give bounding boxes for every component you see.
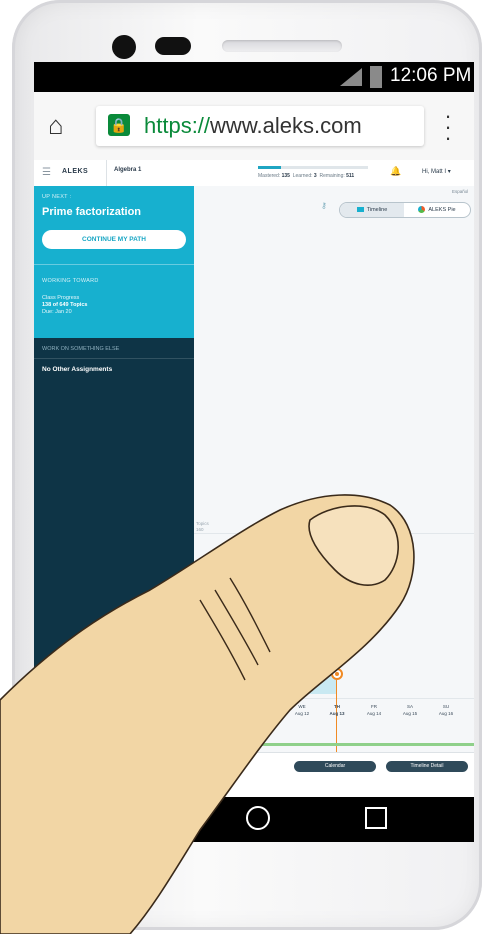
today-marker[interactable] [331, 668, 343, 680]
day-name: SA [406, 704, 413, 709]
axis-label: Topics [196, 521, 209, 526]
class-progress-label: Class Progress [42, 295, 80, 301]
pie-icon [418, 206, 426, 214]
class-progress-info: Class Progress 138 of 649 Topics Due: Ja… [42, 295, 87, 316]
tab-timeline-label: Timeline [366, 207, 388, 213]
user-menu[interactable]: Hi, Matt I ▾ [422, 168, 451, 175]
day-column[interactable]: SU Aug 16 [426, 703, 466, 717]
espanol-link[interactable]: Español [452, 189, 468, 194]
mastered-count: 135 [281, 173, 290, 179]
phone-screen: 12:06 PM ⌂ 🔒 https://www.aleks.com · · · ☰… [34, 62, 474, 797]
browser-toolbar: ⌂ 🔒 https://www.aleks.com · · · [34, 92, 474, 160]
quicktables-event[interactable]: QuickTables Quiz 17 [202, 731, 255, 741]
aleks-logo: ALEKS [62, 168, 89, 175]
android-nav-bar [34, 797, 474, 842]
divider [34, 264, 194, 265]
gridline [194, 533, 474, 534]
up-next-label: UP NEXT : [42, 194, 72, 200]
url-host: www.aleks.com [210, 113, 362, 138]
back-icon[interactable] [134, 807, 150, 829]
timeline-detail-button[interactable]: Timeline Detail [386, 761, 468, 772]
sensor [155, 37, 191, 55]
tab-aleks-pie[interactable]: ALEKS Pie [404, 203, 470, 217]
tab-pie-label: ALEKS Pie [428, 207, 456, 213]
day-date: Aug 11 [259, 711, 273, 716]
sidebar: UP NEXT : Prime factorization CONTINUE M… [34, 186, 194, 797]
tab-timeline[interactable]: Timeline [340, 203, 404, 217]
topics-count: 138 of 649 Topics [42, 302, 88, 308]
remaining-count: 511 [346, 173, 355, 179]
course-title[interactable]: Algebra 1 [114, 167, 141, 173]
key-icon[interactable]: ⚷ [321, 201, 327, 210]
progress-bar [258, 166, 368, 169]
top-nav: ☰ ALEKS Algebra 1 Mastered: 135 Learned:… [34, 160, 474, 187]
url-scheme: https:// [144, 113, 211, 138]
calendar-button[interactable]: Calendar [294, 761, 376, 772]
day-date: Aug 14 [366, 711, 382, 716]
day-date: Aug 16 [438, 711, 454, 716]
assignment-track [194, 743, 474, 746]
day-column[interactable]: WE Aug 12 [282, 703, 322, 717]
up-next-panel: UP NEXT : Prime factorization CONTINUE M… [34, 186, 194, 338]
battery-icon [370, 66, 382, 88]
lock-icon: 🔒 [108, 114, 130, 136]
bottom-actions: Calendar Timeline Detail [194, 752, 474, 797]
url-text: https://www.aleks.com [144, 113, 362, 139]
quicktables-label: QuickTables Quiz 17 [214, 733, 256, 739]
day-name: FR [371, 704, 377, 709]
up-next-topic: Prime factorization [42, 206, 142, 218]
front-camera [112, 35, 136, 59]
day-column[interactable]: SA Aug 15 [390, 703, 430, 717]
bell-icon[interactable]: 🔔 [390, 166, 401, 177]
day-name: TU [263, 704, 269, 709]
day-date: Aug 10 [222, 711, 238, 716]
day-column[interactable]: TH Aug 13 [317, 703, 357, 717]
progress-stats: Mastered: 135 Learned: 3 Remaining: 511 [258, 173, 354, 179]
home-button-icon[interactable] [246, 806, 270, 830]
recents-icon[interactable] [365, 807, 387, 829]
other-item: No Other Assignments [42, 366, 113, 373]
divider [106, 160, 107, 186]
remaining-label: Remaining: [319, 173, 345, 179]
working-toward-label: WORKING TOWARD [42, 278, 99, 284]
mastered-label: Mastered: [258, 173, 281, 179]
day-date: Aug 15 [402, 711, 418, 716]
address-bar[interactable]: 🔒 https://www.aleks.com [96, 106, 424, 146]
gridline [194, 698, 474, 699]
menu-icon[interactable]: ☰ [42, 167, 51, 178]
timeline-icon [356, 207, 364, 213]
day-name: MO [226, 704, 234, 709]
learned-count: 3 [313, 173, 317, 179]
chevron-down-icon: ▾ [447, 169, 451, 175]
quicktables-icon [202, 731, 212, 741]
day-date: Aug 13 [329, 711, 345, 716]
day-name: WE [298, 704, 306, 709]
day-column[interactable]: MO Aug 10 [210, 703, 250, 717]
clock: 12:06 PM [390, 65, 472, 86]
day-date: Aug 12 [294, 711, 310, 716]
overflow-menu-icon[interactable]: · · · [438, 105, 458, 149]
progress-area [212, 671, 336, 694]
day-column[interactable]: TU Aug 11 [246, 703, 286, 717]
user-name: Hi, Matt I [422, 169, 447, 175]
status-bar: 12:06 PM [34, 62, 474, 92]
week-days: MO Aug 10 TU Aug 11 WE Aug 12 TH Aug 13 FR Au… [194, 703, 474, 725]
view-toggle: Timeline ALEKS Pie [339, 202, 471, 218]
home-icon[interactable]: ⌂ [48, 112, 64, 138]
signal-icon [340, 68, 362, 86]
other-header: WORK ON SOMETHING ELSE [42, 346, 120, 352]
learned-label: Learned: [292, 173, 313, 179]
divider [34, 358, 194, 359]
aleks-app: ☰ ALEKS Algebra 1 Mastered: 135 Learned:… [34, 160, 474, 797]
earpiece-speaker [222, 40, 342, 52]
day-name: SU [442, 704, 450, 709]
progress-fill [258, 166, 282, 169]
axis-value: 160 [196, 527, 204, 532]
day-column[interactable]: FR Aug 14 [354, 703, 394, 717]
timeline-panel: Español ⚷ Timeline ALEKS Pie Topics 160 … [194, 186, 474, 797]
due-date: Due: Jan 20 [42, 309, 72, 315]
day-name: TH [334, 704, 340, 709]
continue-my-path-button[interactable]: CONTINUE MY PATH [42, 230, 186, 249]
